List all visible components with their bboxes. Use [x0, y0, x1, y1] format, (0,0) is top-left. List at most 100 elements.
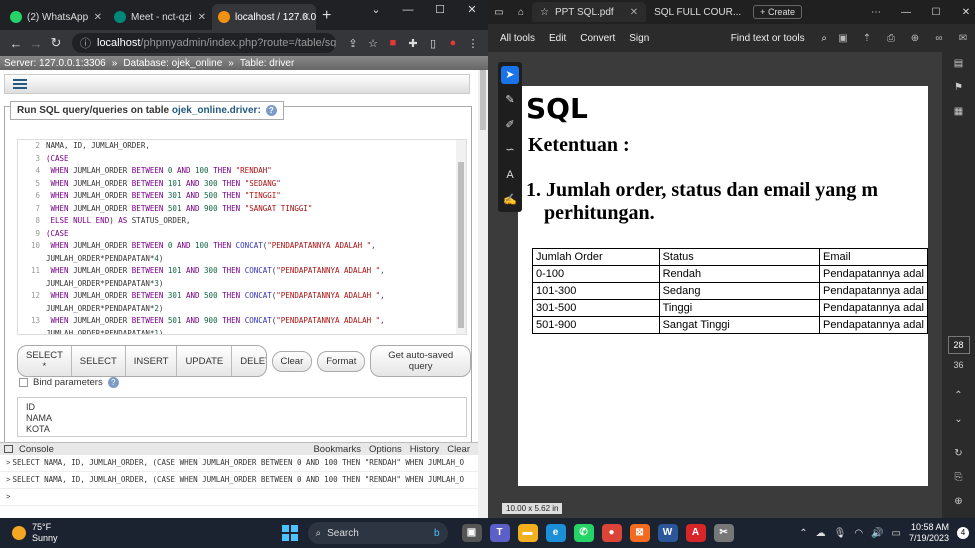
share-icon[interactable]: ⇪ — [344, 37, 362, 50]
editor-line[interactable]: JUMLAH_ORDER*PENDAPATAN*2) — [18, 303, 466, 316]
help-icon[interactable]: ? — [107, 377, 119, 388]
grid-icon[interactable]: ▦ — [954, 100, 963, 124]
breadcrumb-table[interactable]: Table: driver — [240, 58, 294, 69]
editor-scrollbar[interactable] — [456, 140, 466, 334]
home-icon[interactable]: ⌂ — [510, 7, 532, 18]
url-input[interactable]: ⓘ localhost /phpmyadmin/index.php?route=… — [72, 33, 336, 53]
console-header[interactable]: Console Bookmarks Options History Clear — [0, 443, 478, 455]
editor-line[interactable]: 2 NAMA, ID, JUMLAH_ORDER, — [18, 140, 466, 153]
editor-line[interactable]: 13 WHEN JUMLAH_ORDER BETWEEN 501 AND 900… — [18, 315, 466, 328]
puzzle-icon[interactable]: ✚ — [404, 37, 422, 50]
editor-line[interactable]: 10 WHEN JUMLAH_ORDER BETWEEN 0 AND 100 T… — [18, 240, 466, 253]
select-button[interactable]: SELECT — [72, 346, 126, 376]
windows-start-icon[interactable] — [281, 525, 298, 541]
back-arrow-icon[interactable]: ← — [6, 36, 26, 51]
rotate-icon[interactable]: ↻ — [954, 442, 962, 466]
editor-line[interactable]: 11 WHEN JUMLAH_ORDER BETWEEN 101 AND 300… — [18, 265, 466, 278]
cloud-icon[interactable]: ☁ — [816, 528, 826, 539]
console-bookmarks-link[interactable]: Bookmarks — [313, 444, 361, 455]
comment-icon[interactable]: ✎ — [501, 91, 519, 109]
tab-meet[interactable]: Meet - nct-qzi ✕ — [108, 4, 212, 30]
chevron-down-icon[interactable]: ⌄ — [360, 0, 392, 22]
sign-menu[interactable]: Sign — [629, 33, 649, 44]
editor-line[interactable]: 12 WHEN JUMLAH_ORDER BETWEEN 301 AND 500… — [18, 290, 466, 303]
bookmark-icon[interactable]: ⚑ — [954, 76, 963, 100]
page-number-input[interactable]: 28 — [947, 336, 970, 354]
tab-whatsapp[interactable]: (2) WhatsApp ✕ — [4, 4, 108, 30]
console-options-link[interactable]: Options — [369, 444, 402, 455]
cursor-icon[interactable]: ➤ — [501, 66, 519, 84]
tab-actions-icon[interactable]: ▭ — [488, 7, 510, 18]
forward-arrow-icon[interactable]: → — [26, 36, 46, 51]
info-icon[interactable]: ⓘ — [80, 35, 91, 51]
link-icon[interactable]: ∞ — [933, 33, 945, 44]
print-icon[interactable]: ⎙ — [885, 33, 897, 44]
new-tab-button[interactable]: + — [316, 4, 337, 30]
sidepanel-icon[interactable]: ▯ — [424, 37, 442, 50]
weather-widget[interactable]: 75°F Sunny — [12, 522, 58, 544]
text-box-icon[interactable]: A — [501, 166, 519, 184]
minimize-icon[interactable]: — — [891, 7, 921, 18]
editor-line[interactable]: 8 ELSE NULL END) AS STATUS_ORDER, — [18, 215, 466, 228]
save-icon[interactable]: ▣ — [837, 33, 849, 44]
notification-badge[interactable]: 4 — [957, 527, 969, 539]
breadcrumb-database[interactable]: Database: ojek_online — [123, 58, 222, 69]
list-item[interactable]: ID — [26, 402, 458, 413]
whatsapp-icon[interactable]: ✆ — [573, 524, 594, 542]
maximize-icon[interactable]: ☐ — [424, 0, 456, 22]
chevron-up-icon[interactable]: ⌃ — [799, 528, 807, 539]
editor-line[interactable]: 5 WHEN JUMLAH_ORDER BETWEEN 101 AND 300 … — [18, 178, 466, 191]
edit-menu[interactable]: Edit — [549, 33, 566, 44]
editor-line[interactable]: 4 WHEN JUMLAH_ORDER BETWEEN 0 AND 100 TH… — [18, 165, 466, 178]
breadcrumb-server[interactable]: Server: 127.0.0.1:3306 — [4, 58, 106, 69]
list-item[interactable]: KOTA — [26, 424, 458, 435]
tab-phpmyadmin[interactable]: localhost / 127.0.0 ✕ — [212, 4, 316, 30]
console-line[interactable]: > SELECT NAMA, ID, JUMLAH_ORDER, (CASE WH… — [0, 472, 478, 489]
edge-icon[interactable]: e — [545, 524, 566, 542]
close-icon[interactable]: ✕ — [630, 7, 638, 18]
page-fit-icon[interactable]: ⎘ — [955, 466, 963, 490]
insert-button[interactable]: INSERT — [126, 346, 178, 376]
sql-editor[interactable]: 2 NAMA, ID, JUMLAH_ORDER, 3 (CASE 4 WHEN JUM… — [17, 139, 467, 335]
columns-list[interactable]: ID NAMA KOTA — [17, 397, 467, 437]
console-line[interactable]: > SELECT NAMA, ID, JUMLAH_ORDER, (CASE WH… — [0, 455, 478, 472]
tab-ppt-sql[interactable]: ☆ PPT SQL.pdf ✕ — [532, 2, 647, 22]
close-icon[interactable]: ✕ — [94, 12, 102, 23]
file-explorer-icon[interactable]: ▬ — [517, 524, 538, 542]
microphone-icon[interactable]: 🎙 — [834, 528, 847, 539]
console-clear-link[interactable]: Clear — [447, 444, 470, 455]
acrobat-icon[interactable]: A — [685, 524, 706, 542]
editor-line[interactable]: JUMLAH_ORDER*PENDAPATAN*3) — [18, 278, 466, 291]
email-icon[interactable]: ✉ — [957, 33, 969, 44]
reload-icon[interactable]: ↻ — [46, 35, 66, 51]
editor-line[interactable]: 3 (CASE — [18, 153, 466, 166]
console-input[interactable]: > — [0, 489, 478, 506]
delete-button[interactable]: DELETE — [232, 346, 265, 376]
sql-title-db[interactable]: ojek_online.driver: — [172, 105, 261, 116]
scrollbar-thumb[interactable] — [458, 162, 464, 328]
select-star-button[interactable]: SELECT * — [18, 346, 72, 376]
more-icon[interactable]: ⋮ — [464, 37, 482, 50]
pdf-viewport[interactable]: ➤ ✎ ✐ ∽ A ✍ SQL Ketentuan : 1. Jumlah or… — [488, 52, 942, 518]
upload-icon[interactable]: ⇡ — [861, 33, 873, 44]
maximize-icon[interactable]: ☐ — [921, 7, 951, 18]
close-icon[interactable]: ✕ — [198, 12, 206, 23]
all-tools-menu[interactable]: All tools — [500, 33, 535, 44]
chevron-up-icon[interactable]: ⌃ — [954, 384, 962, 408]
word-icon[interactable]: W — [657, 524, 678, 542]
console-history-link[interactable]: History — [410, 444, 440, 455]
more-icon[interactable]: ⋯ — [861, 7, 891, 18]
zoom-search-icon[interactable]: ⊕ — [909, 33, 921, 44]
autosaved-query-button[interactable]: Get auto-saved query — [370, 345, 471, 377]
find-tools-search[interactable]: Find text or tools ⌕ — [731, 33, 827, 44]
zoom-in-icon[interactable]: ⊕ — [954, 490, 962, 514]
tab-sql-full-course[interactable]: SQL FULL COUR... — [646, 2, 749, 22]
editor-line[interactable]: 7 WHEN JUMLAH_ORDER BETWEEN 501 AND 900 … — [18, 203, 466, 216]
editor-line[interactable]: 9 (CASE — [18, 228, 466, 241]
task-view-icon[interactable]: ▣ — [461, 524, 482, 542]
chevron-down-icon[interactable]: ⌄ — [954, 408, 962, 432]
minimize-icon[interactable]: — — [392, 0, 424, 22]
close-icon[interactable]: ✕ — [302, 12, 310, 23]
list-item[interactable]: NAMA — [26, 413, 458, 424]
editor-line[interactable]: 6 WHEN JUMLAH_ORDER BETWEEN 301 AND 500 … — [18, 190, 466, 203]
